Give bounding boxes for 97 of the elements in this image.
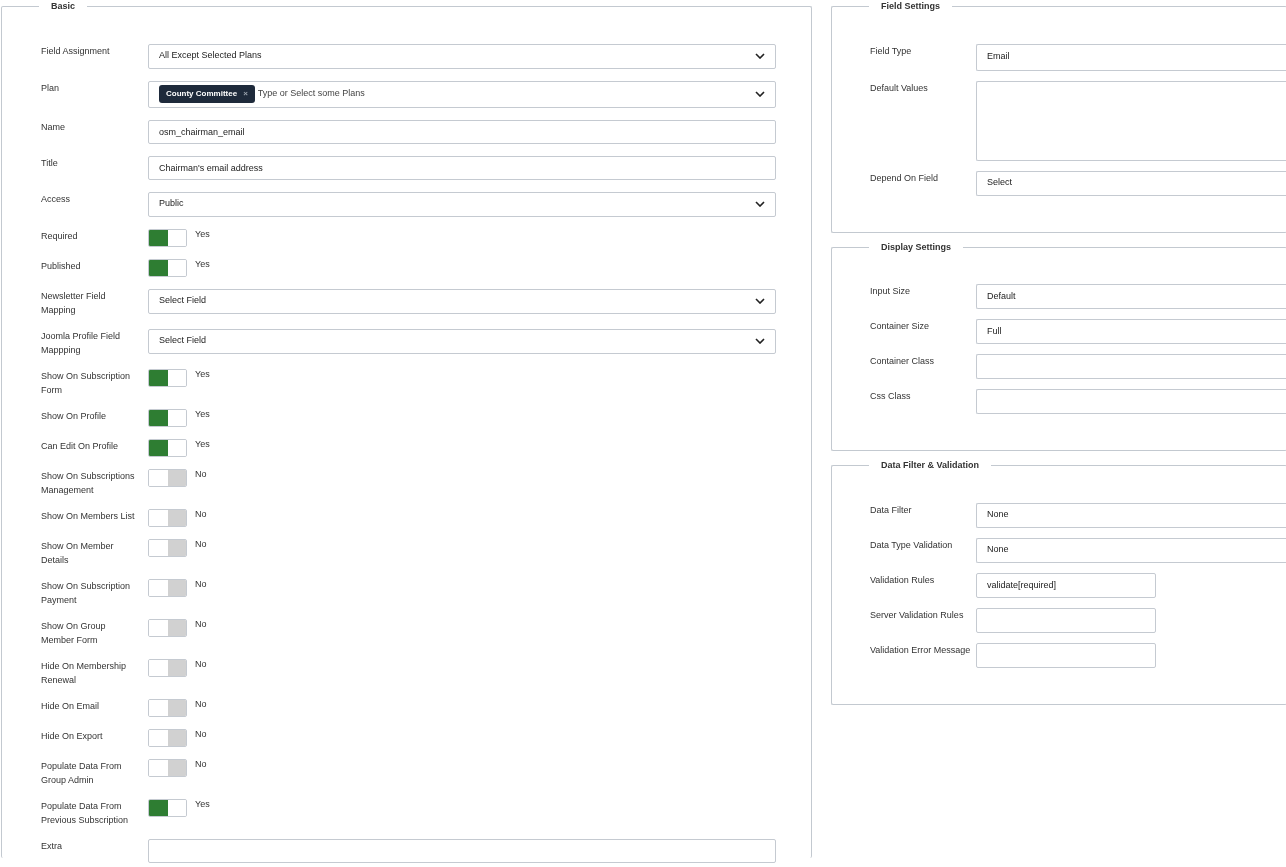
toggle-state-label: No bbox=[195, 757, 207, 771]
field-label: Title bbox=[41, 156, 59, 170]
toggle-switch[interactable] bbox=[148, 368, 187, 387]
dropdown-field[interactable]: Select Field bbox=[148, 288, 776, 314]
field-label: Server Validation Rules bbox=[870, 608, 965, 622]
field-label: Field Assignment bbox=[41, 44, 111, 58]
dropdown-field[interactable]: Select bbox=[976, 170, 1286, 196]
section-title: Basic bbox=[50, 0, 77, 13]
field-label: Default Values bbox=[870, 81, 929, 95]
toggle-switch[interactable] bbox=[148, 758, 187, 777]
field-label: Populate Data From Previous Subscription bbox=[41, 799, 130, 827]
chevron-down-icon bbox=[755, 298, 765, 304]
text-field[interactable] bbox=[976, 354, 1286, 379]
field-label: Access bbox=[41, 192, 71, 206]
tag-chip: County Committee × bbox=[159, 85, 255, 103]
text-field[interactable] bbox=[976, 389, 1286, 414]
toggle-switch[interactable] bbox=[148, 538, 187, 557]
toggle-switch[interactable] bbox=[148, 508, 187, 527]
chevron-down-icon bbox=[755, 201, 765, 207]
toggle-switch[interactable] bbox=[148, 408, 187, 427]
toggle-state-label: Yes bbox=[195, 437, 210, 451]
dropdown-field[interactable]: Email bbox=[976, 43, 1286, 71]
field-label: Data Filter bbox=[870, 503, 913, 517]
textarea-field[interactable] bbox=[976, 80, 1286, 161]
dropdown-field[interactable]: Default bbox=[976, 284, 1286, 309]
toggle-switch[interactable] bbox=[148, 798, 187, 817]
field-label: Css Class bbox=[870, 390, 912, 403]
toggle-state-label: No bbox=[195, 507, 207, 521]
field-label: Show On Subscription Form bbox=[41, 369, 132, 397]
text-field[interactable]: validate[required] bbox=[976, 572, 1156, 598]
text-field[interactable] bbox=[976, 607, 1156, 633]
toggle-state-label: No bbox=[195, 537, 207, 551]
chevron-down-icon bbox=[755, 53, 765, 59]
toggle-state-label: Yes bbox=[195, 257, 210, 271]
section-title: Field Settings bbox=[880, 0, 941, 13]
field-label: Validation Rules bbox=[870, 573, 936, 587]
field-label: Show On Member Details bbox=[41, 539, 115, 567]
toggle-state-label: No bbox=[195, 467, 207, 481]
toggle-switch[interactable] bbox=[148, 468, 187, 487]
toggle-switch[interactable] bbox=[148, 578, 187, 597]
plan-search-input[interactable]: Type or Select some Plans bbox=[257, 87, 458, 101]
chevron-down-icon bbox=[755, 91, 765, 97]
toggle-switch[interactable] bbox=[148, 658, 187, 677]
field-label: Joomla Profile Field Mappping bbox=[41, 329, 122, 357]
toggle-switch[interactable] bbox=[148, 728, 187, 747]
text-field[interactable]: osm_chairman_email bbox=[148, 119, 776, 144]
toggle-state-label: No bbox=[195, 697, 207, 711]
toggle-switch[interactable] bbox=[148, 228, 187, 247]
toggle-switch[interactable] bbox=[148, 698, 187, 717]
dropdown-field[interactable]: Public bbox=[148, 191, 776, 217]
field-label: Container Size bbox=[870, 320, 931, 333]
toggle-switch[interactable] bbox=[148, 438, 187, 457]
toggle-switch[interactable] bbox=[148, 618, 187, 637]
dropdown-field[interactable]: None bbox=[976, 502, 1286, 528]
field-label: Show On Profile bbox=[41, 409, 108, 423]
multiselect-field[interactable]: County Committee × Type or Select some Plans bbox=[148, 80, 776, 108]
text-field[interactable]: Chairman's email address bbox=[148, 155, 776, 180]
field-label: Newsletter Field Mapping bbox=[41, 289, 107, 317]
field-label: Depend On Field bbox=[870, 171, 940, 185]
section-title: Data Filter & Validation bbox=[880, 459, 981, 472]
section-title: Display Settings bbox=[880, 240, 953, 254]
field-label: Data Type Validation bbox=[870, 538, 954, 552]
field-label: Field Type bbox=[870, 44, 913, 58]
dropdown-field[interactable]: Select Field bbox=[148, 328, 776, 354]
toggle-state-label: No bbox=[195, 577, 207, 591]
field-label: Plan bbox=[41, 81, 60, 95]
field-label: Required bbox=[41, 229, 79, 243]
text-field[interactable] bbox=[976, 642, 1156, 668]
field-label: Populate Data From Group Admin bbox=[41, 759, 123, 787]
field-label: Container Class bbox=[870, 355, 936, 368]
toggle-state-label: No bbox=[195, 657, 207, 671]
field-label: Name bbox=[41, 120, 66, 134]
toggle-state-label: Yes bbox=[195, 797, 210, 811]
field-label: Hide On Export bbox=[41, 729, 104, 743]
toggle-switch[interactable] bbox=[148, 258, 187, 277]
toggle-state-label: Yes bbox=[195, 367, 210, 381]
toggle-state-label: Yes bbox=[195, 227, 210, 241]
dropdown-field[interactable]: Full bbox=[976, 319, 1286, 344]
field-label: Input Size bbox=[870, 285, 912, 298]
field-label: Show On Subscriptions Management bbox=[41, 469, 136, 497]
field-label: Show On Members List bbox=[41, 509, 136, 523]
chevron-down-icon bbox=[755, 338, 765, 344]
text-field[interactable] bbox=[148, 838, 776, 863]
field-label: Hide On Email bbox=[41, 699, 101, 713]
dropdown-field[interactable]: All Except Selected Plans bbox=[148, 43, 776, 69]
field-label: Show On Group Member Form bbox=[41, 619, 107, 647]
toggle-state-label: No bbox=[195, 727, 207, 741]
toggle-state-label: No bbox=[195, 617, 207, 631]
field-label: Validation Error Message bbox=[870, 643, 972, 657]
field-label: Extra bbox=[41, 839, 63, 853]
remove-tag-button[interactable]: × bbox=[243, 88, 248, 100]
toggle-state-label: Yes bbox=[195, 407, 210, 421]
dropdown-field[interactable]: None bbox=[976, 537, 1286, 563]
field-label: Show On Subscription Payment bbox=[41, 579, 132, 607]
field-label: Can Edit On Profile bbox=[41, 439, 120, 453]
field-label: Hide On Membership Renewal bbox=[41, 659, 128, 687]
field-label: Published bbox=[41, 259, 82, 273]
